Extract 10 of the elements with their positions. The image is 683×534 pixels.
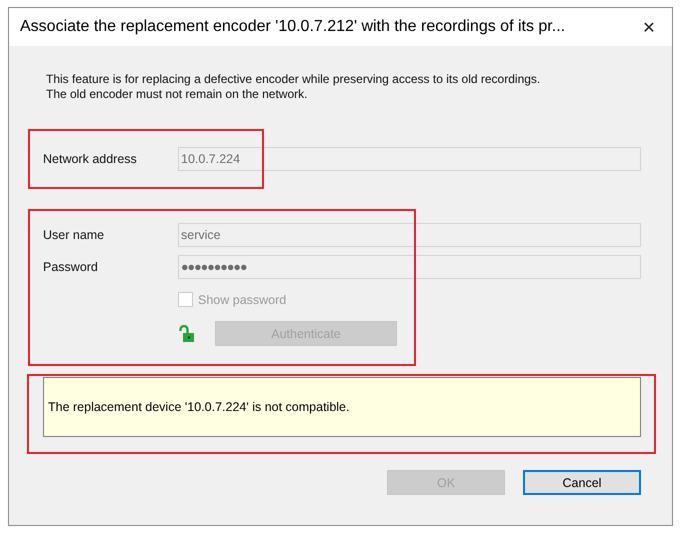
description-text: This feature is for replacing a defective encoder while preserving access to its old recordings. <box>46 72 542 87</box>
dialog-button[interactable]: Cancel <box>523 470 641 495</box>
checkbox-label: Show password <box>198 292 286 306</box>
close-button[interactable]: ✕ <box>626 8 672 46</box>
message-text: The replacement device '10.0.7.224' is not compatible. <box>48 400 350 414</box>
field-label: Network address <box>43 152 138 166</box>
field-label: User name <box>43 228 106 242</box>
field-label: Password <box>43 260 99 274</box>
window-title: Associate the replacement encoder '10.0.7.212' with the recordings of its pr... <box>20 18 566 36</box>
description-text: The old encoder must not remain on the network. <box>46 87 308 102</box>
